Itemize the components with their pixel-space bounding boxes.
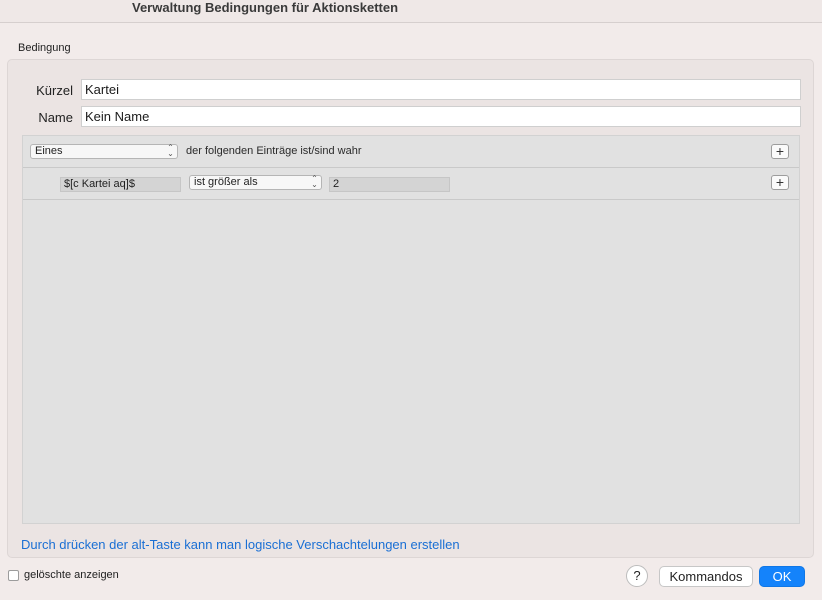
chevron-updown-icon: ⌃ ⌄ bbox=[167, 143, 174, 158]
add-rule-button[interactable]: + bbox=[771, 144, 789, 159]
plus-icon: + bbox=[775, 143, 785, 159]
ok-button[interactable]: OK bbox=[759, 566, 805, 587]
group-label: Bedingung bbox=[18, 42, 71, 54]
match-select-value: Eines bbox=[35, 145, 63, 157]
chevron-updown-icon: ⌃ ⌄ bbox=[311, 174, 318, 189]
rule-header-row: Eines ⌃ ⌄ der folgenden Einträge ist/sind… bbox=[23, 136, 799, 168]
kuerzel-label: Kürzel bbox=[36, 83, 73, 98]
rule-row: $[c Kartei aq]$ ist größer als ⌃ ⌄ 2 + bbox=[23, 168, 799, 200]
kuerzel-field[interactable]: Kartei bbox=[81, 79, 801, 100]
window-title: Verwaltung Bedingungen für Aktionsketten bbox=[132, 0, 399, 15]
show-deleted-checkbox[interactable] bbox=[8, 570, 19, 581]
add-subrule-button[interactable]: + bbox=[771, 175, 789, 190]
rule-value-field[interactable]: 2 bbox=[329, 177, 450, 192]
match-description: der folgenden Einträge ist/sind wahr bbox=[186, 145, 362, 157]
alt-key-hint: Durch drücken der alt-Taste kann man log… bbox=[21, 537, 460, 552]
question-icon: ? bbox=[633, 568, 641, 583]
operator-select[interactable]: ist größer als ⌃ ⌄ bbox=[189, 175, 322, 190]
show-deleted-label[interactable]: gelöschte anzeigen bbox=[24, 569, 119, 581]
title-bar: Verwaltung Bedingungen für Aktionsketten bbox=[0, 0, 822, 23]
name-label: Name bbox=[38, 110, 73, 125]
plus-icon: + bbox=[775, 174, 785, 190]
rule-editor: Eines ⌃ ⌄ der folgenden Einträge ist/sind… bbox=[22, 135, 800, 524]
operator-select-value: ist größer als bbox=[194, 176, 258, 188]
name-field[interactable]: Kein Name bbox=[81, 106, 801, 127]
help-button[interactable]: ? bbox=[626, 565, 648, 587]
rule-variable[interactable]: $[c Kartei aq]$ bbox=[60, 177, 181, 192]
match-select[interactable]: Eines ⌃ ⌄ bbox=[30, 144, 178, 159]
commands-button[interactable]: Kommandos bbox=[659, 566, 753, 587]
